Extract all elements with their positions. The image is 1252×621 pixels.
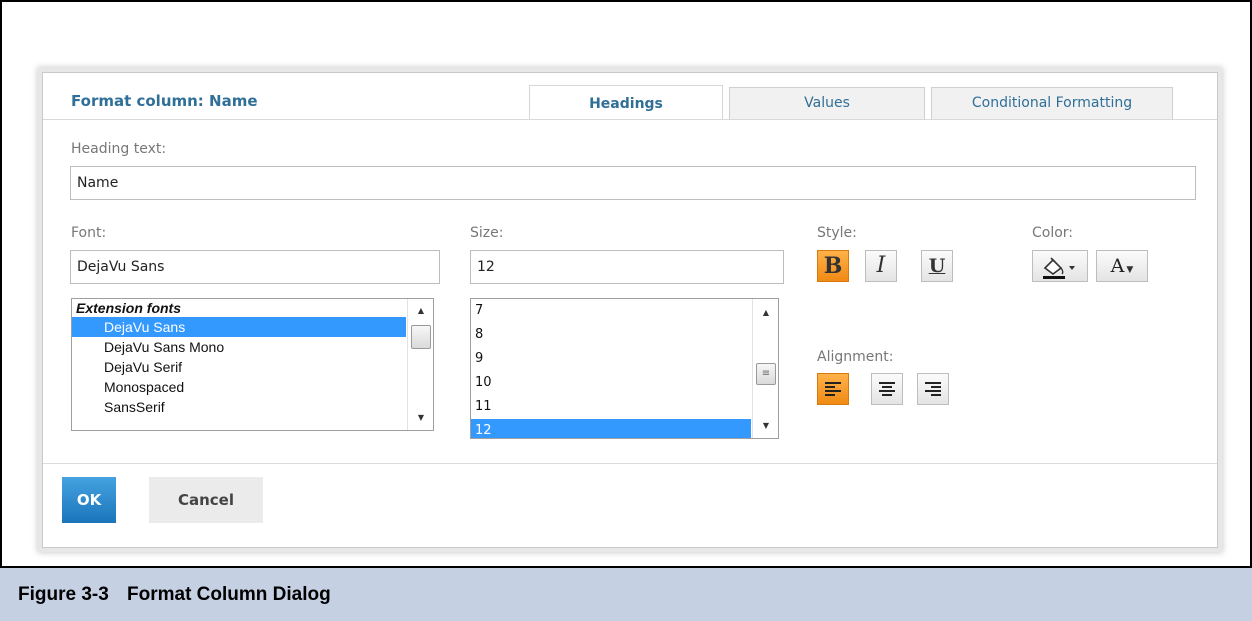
tab-headings[interactable]: Headings <box>529 85 723 120</box>
font-list-group-header: Extension fonts <box>76 300 182 316</box>
align-left-icon <box>825 382 841 396</box>
paint-bucket-icon <box>1043 257 1075 279</box>
size-label: Size: <box>470 225 504 241</box>
font-list-item[interactable]: SansSerif <box>72 397 433 417</box>
footer-divider <box>43 463 1217 464</box>
font-input[interactable]: DejaVu Sans <box>70 250 440 284</box>
tab-divider <box>43 119 1217 120</box>
bold-icon: B <box>823 253 843 279</box>
text-color-icon: A <box>1110 255 1125 277</box>
chevron-down-icon: ▼ <box>1126 265 1134 275</box>
font-label: Font: <box>71 225 107 241</box>
italic-icon: I <box>876 253 886 278</box>
align-right-button[interactable] <box>917 373 949 405</box>
scroll-thumb[interactable] <box>411 325 431 349</box>
alignment-label: Alignment: <box>817 349 894 365</box>
font-list-item[interactable]: DejaVu Serif <box>72 357 433 377</box>
font-list-item[interactable]: Monospaced <box>72 377 433 397</box>
tab-conditional-formatting[interactable]: Conditional Formatting <box>931 87 1173 120</box>
italic-button[interactable]: I <box>865 250 897 282</box>
scroll-down-arrow-icon[interactable]: ▼ <box>408 410 433 426</box>
cancel-button[interactable]: Cancel <box>149 477 263 523</box>
ok-button[interactable]: OK <box>62 477 116 523</box>
figure-number: Figure 3-3 <box>18 584 109 605</box>
size-list[interactable]: 7 8 9 10 11 12 ▲ ≡ ▼ <box>470 298 779 439</box>
underline-icon: U <box>928 255 946 277</box>
size-list-item[interactable]: 8 <box>471 323 778 347</box>
text-color-button[interactable]: A ▼ <box>1096 250 1148 282</box>
heading-text-label: Heading text: <box>71 141 167 157</box>
bold-button[interactable]: B <box>817 250 849 282</box>
background-color-button[interactable] <box>1032 250 1088 282</box>
font-list-scrollbar[interactable]: ▲ ▼ <box>407 299 433 430</box>
align-center-icon <box>879 382 895 396</box>
size-list-item[interactable]: 7 <box>471 299 778 323</box>
size-list-item[interactable]: 11 <box>471 395 778 419</box>
scroll-thumb[interactable]: ≡ <box>756 363 776 385</box>
heading-text-input[interactable]: Name <box>70 166 1196 200</box>
size-list-item[interactable]: 9 <box>471 347 778 371</box>
figure-title: Format Column Dialog <box>127 584 331 605</box>
font-list[interactable]: Extension fonts DejaVu Sans DejaVu Sans … <box>71 298 434 431</box>
font-list-item[interactable]: DejaVu Sans <box>72 317 406 337</box>
align-right-icon <box>925 382 941 396</box>
dialog-title: Format column: Name <box>71 92 258 110</box>
align-left-button[interactable] <box>817 373 849 405</box>
font-list-item[interactable]: DejaVu Sans Mono <box>72 337 433 357</box>
size-input[interactable]: 12 <box>470 250 784 284</box>
color-label: Color: <box>1032 225 1074 241</box>
scroll-down-arrow-icon[interactable]: ▼ <box>753 418 778 434</box>
style-label: Style: <box>817 225 857 241</box>
underline-button[interactable]: U <box>921 250 953 282</box>
figure-caption: Figure 3-3 Format Column Dialog <box>0 566 1252 621</box>
tab-values[interactable]: Values <box>729 87 925 120</box>
size-list-scrollbar[interactable]: ▲ ≡ ▼ <box>752 299 778 438</box>
align-center-button[interactable] <box>871 373 903 405</box>
scroll-up-arrow-icon[interactable]: ▲ <box>408 303 433 319</box>
size-list-item[interactable]: 12 <box>471 419 751 438</box>
scroll-up-arrow-icon[interactable]: ▲ <box>753 305 778 321</box>
format-column-dialog: Format column: Name Headings Values Cond… <box>42 72 1218 548</box>
size-list-item[interactable]: 10 <box>471 371 778 395</box>
